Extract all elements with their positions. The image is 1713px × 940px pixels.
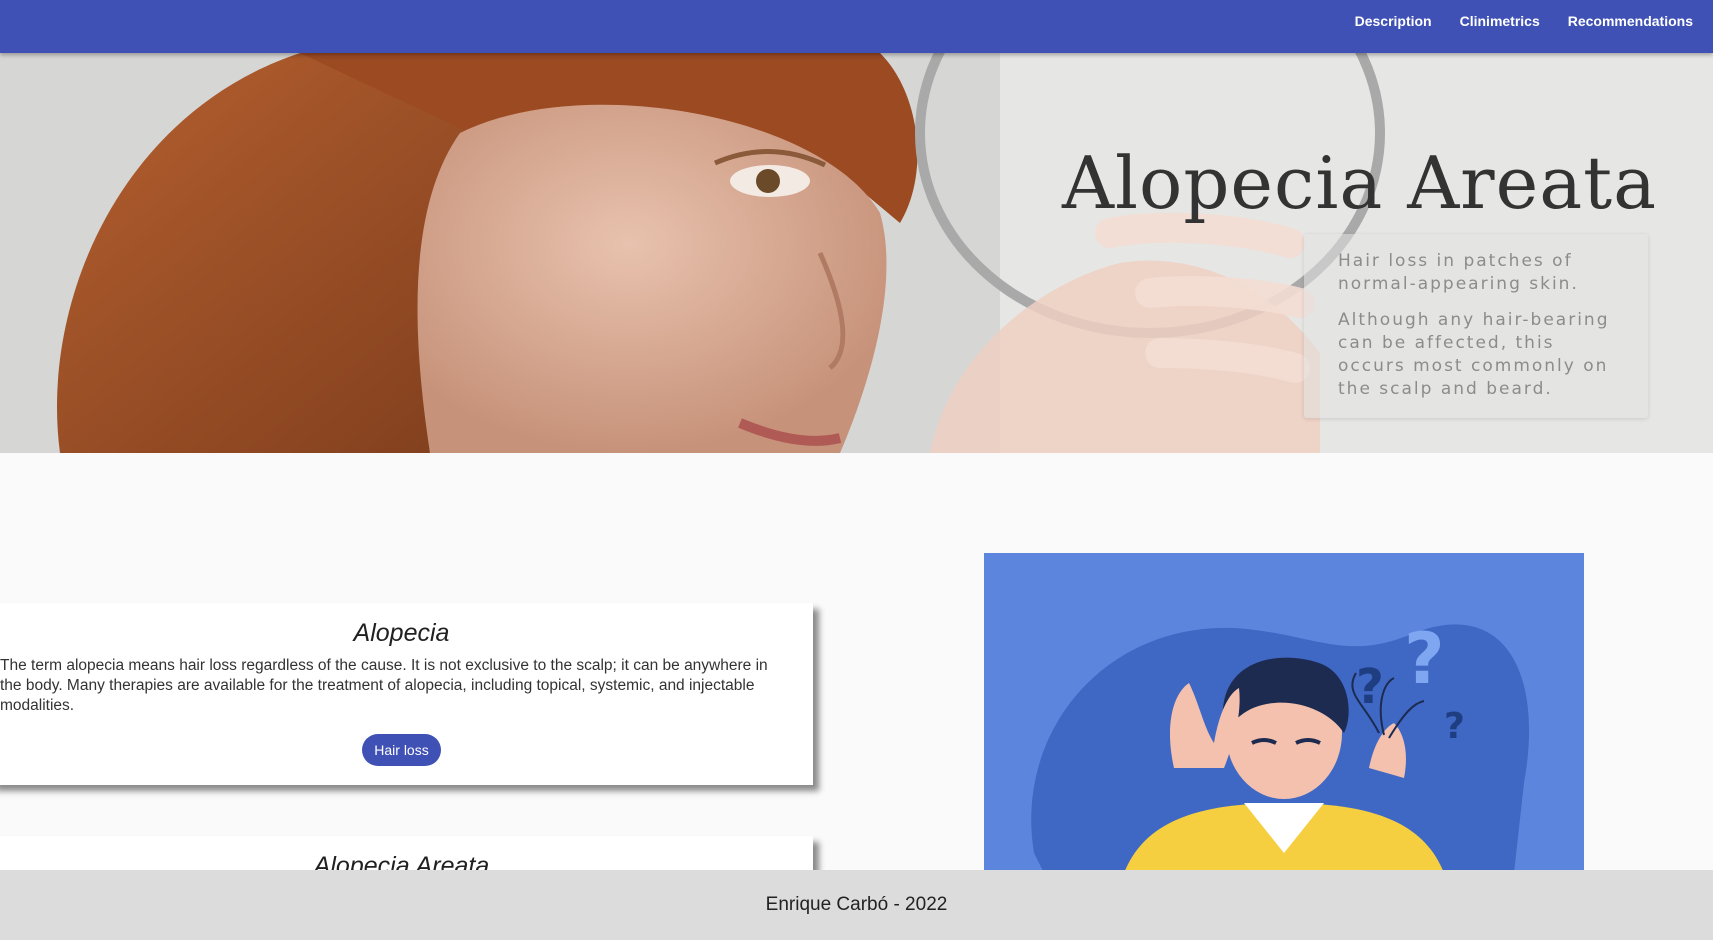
nav-links: Description Clinimetrics Recommendations [1355,0,1693,42]
svg-text:?: ? [1444,706,1465,747]
nav-link-description[interactable]: Description [1355,13,1432,29]
hair-loss-illustration: ? ? ? [984,553,1584,873]
svg-text:?: ? [1404,618,1445,700]
hair-loss-button[interactable]: Hair loss [362,734,441,766]
card-alopecia: Alopecia The term alopecia means hair lo… [0,603,813,785]
footer: Enrique Carbó - 2022 [0,870,1713,940]
top-navbar: Description Clinimetrics Recommendations [0,0,1713,53]
hero-subtitle-card: Hair loss in patches of normal-appearing… [1304,234,1648,418]
nav-link-recommendations[interactable]: Recommendations [1568,13,1693,29]
illustration-art: ? ? ? [1031,618,1530,873]
footer-text: Enrique Carbó - 2022 [765,894,948,915]
card-title: Alopecia [353,619,450,647]
card-text: The term alopecia means hair loss regard… [0,657,768,714]
hero-subtitle-1: Hair loss in patches of normal-appearing… [1338,251,1579,294]
hero-subtitle-2: Although any hair-bearing can be affecte… [1338,310,1610,399]
hero-title: Alopecia Areata [1061,141,1657,225]
nav-link-clinimetrics[interactable]: Clinimetrics [1460,13,1540,29]
svg-text:?: ? [1356,659,1384,715]
hero-banner: Alopecia Areata Hair loss in patches of … [0,53,1713,453]
